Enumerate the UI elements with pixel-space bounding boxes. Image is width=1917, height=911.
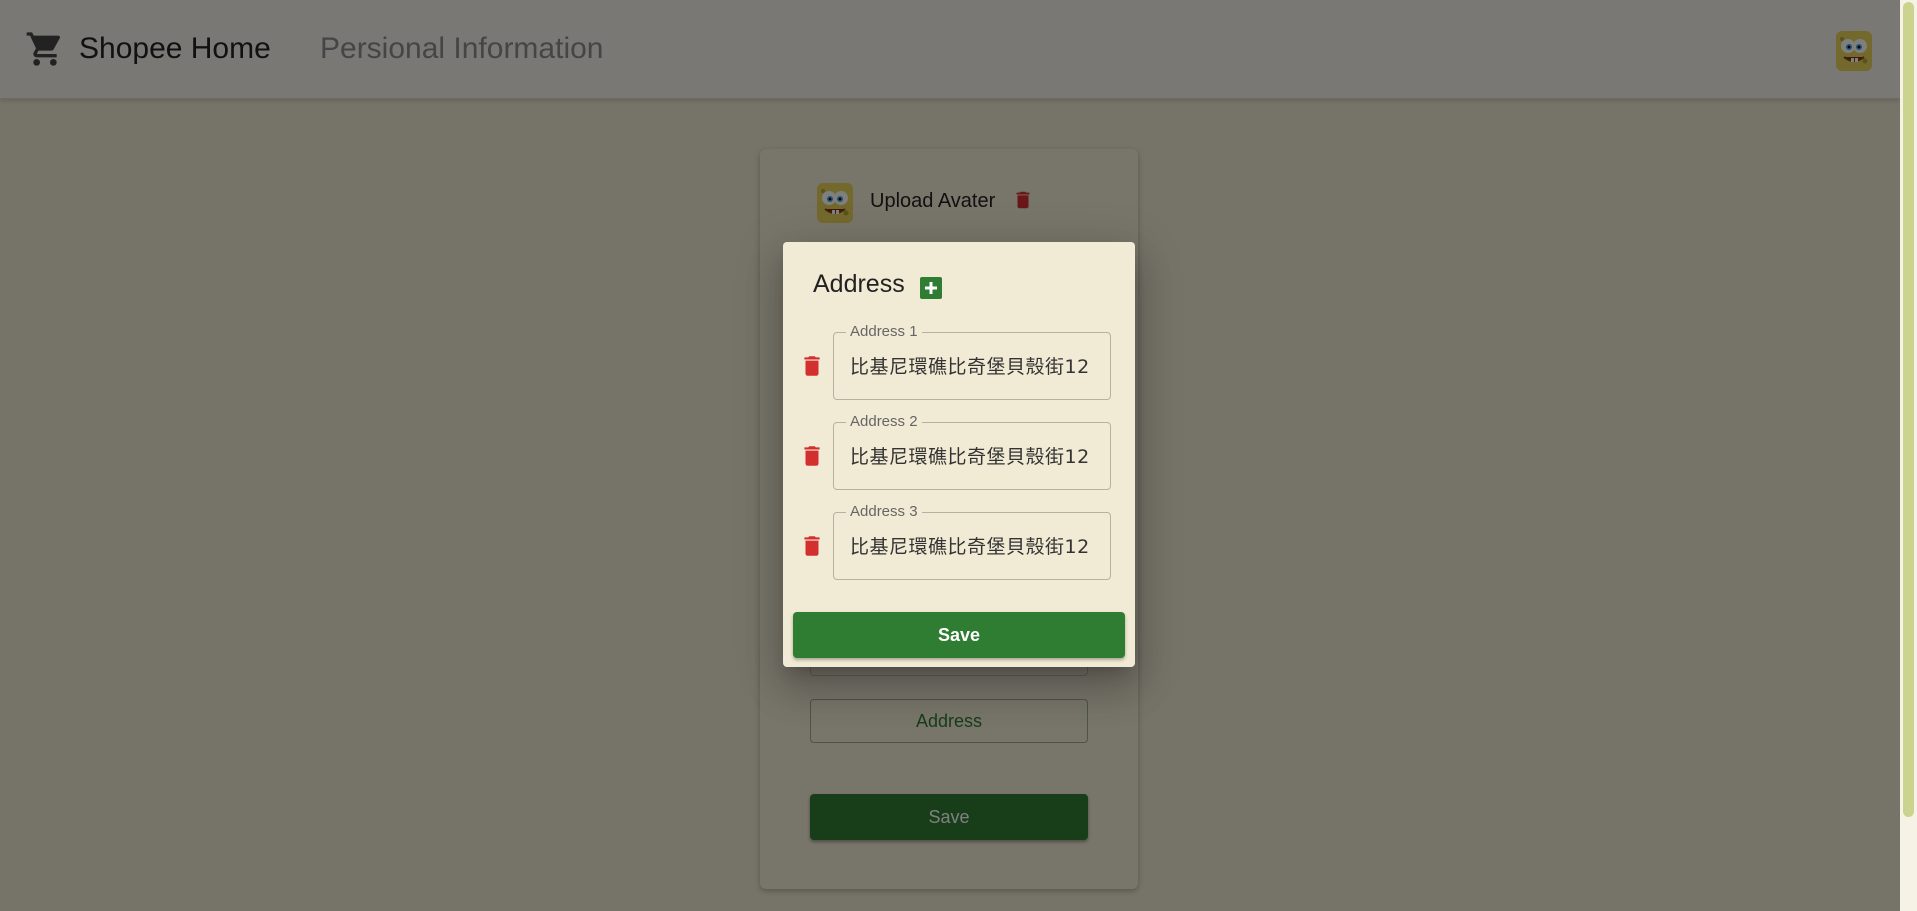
address-3-field[interactable]: Address 3 比基尼環礁比奇堡貝殼街12 — [833, 504, 1111, 580]
address-2-field[interactable]: Address 2 比基尼環礁比奇堡貝殼街12 — [833, 414, 1111, 490]
delete-address-1-trash-icon[interactable] — [799, 352, 825, 380]
address-2-label: Address 2 — [846, 414, 922, 430]
address-2-input[interactable]: 比基尼環礁比奇堡貝殼街12 — [850, 445, 1102, 469]
add-address-icon[interactable] — [919, 276, 943, 300]
address-1-input[interactable]: 比基尼環礁比奇堡貝殼街12 — [850, 355, 1102, 379]
delete-address-2-trash-icon[interactable] — [799, 442, 825, 470]
address-3-label: Address 3 — [846, 504, 922, 520]
dialog-save-button[interactable]: Save — [793, 612, 1125, 658]
delete-address-3-trash-icon[interactable] — [799, 532, 825, 560]
address-row: Address 1 比基尼環礁比奇堡貝殼街12 — [783, 324, 1135, 402]
address-dialog: Address Address 1 比基尼環礁比奇堡貝殼街12 Address … — [783, 242, 1135, 667]
dialog-title: Address — [813, 270, 905, 298]
address-3-input[interactable]: 比基尼環礁比奇堡貝殼街12 — [850, 535, 1102, 559]
address-row: Address 2 比基尼環礁比奇堡貝殼街12 — [783, 414, 1135, 492]
address-1-label: Address 1 — [846, 324, 922, 340]
scrollbar-thumb[interactable] — [1903, 2, 1914, 817]
address-row: Address 3 比基尼環礁比奇堡貝殼街12 — [783, 504, 1135, 582]
address-1-field[interactable]: Address 1 比基尼環礁比奇堡貝殼街12 — [833, 324, 1111, 400]
